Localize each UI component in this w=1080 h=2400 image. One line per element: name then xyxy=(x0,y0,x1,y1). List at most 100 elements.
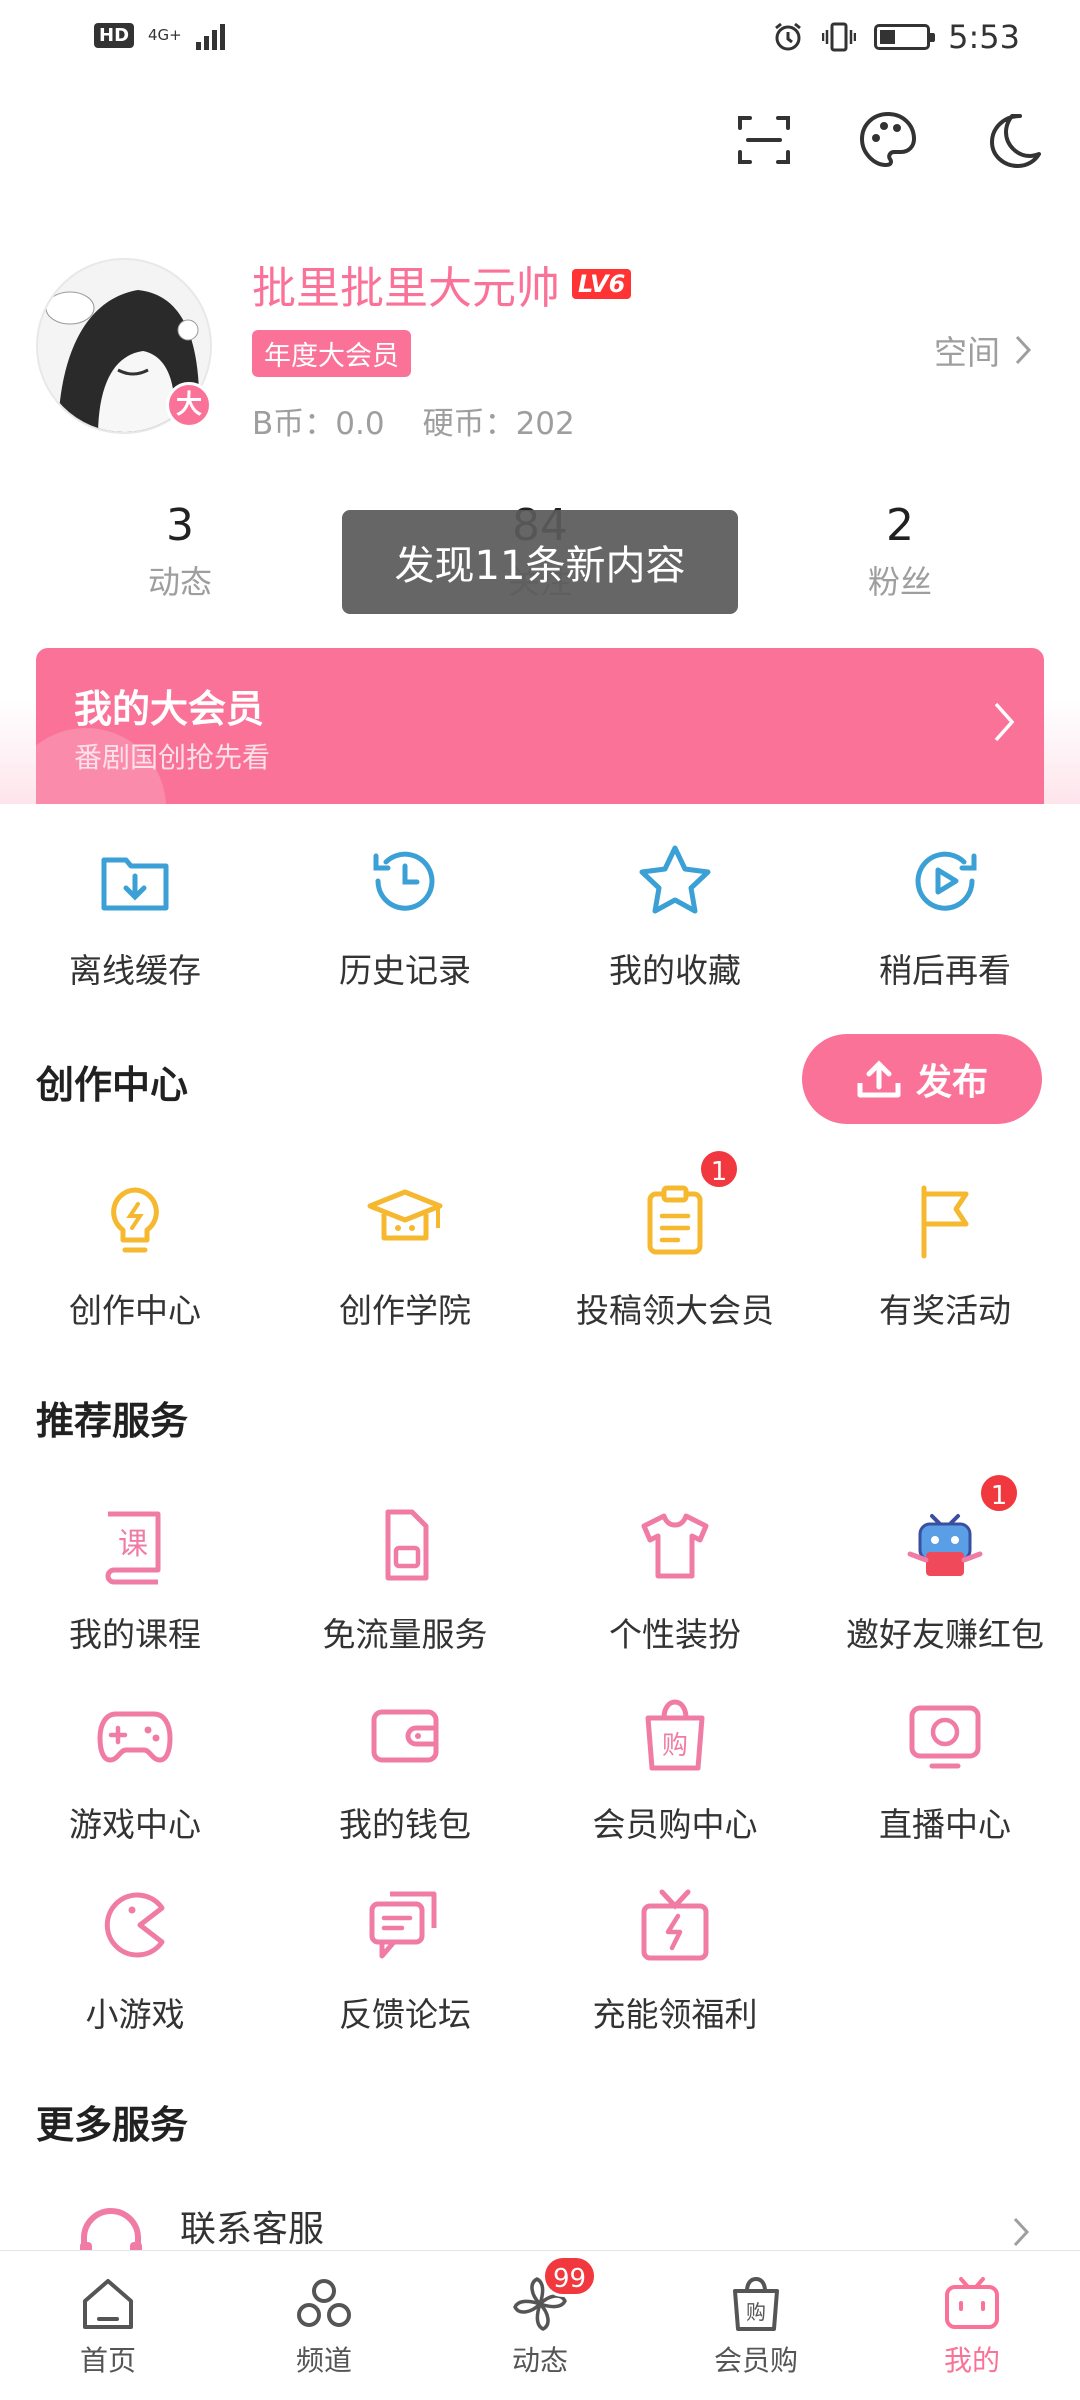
gamepad-icon xyxy=(97,1711,173,1763)
publish-button[interactable]: 发布 xyxy=(802,1034,1042,1124)
stat-followers[interactable]: 2 粉丝 xyxy=(720,500,1080,603)
nav-label: 频道 xyxy=(295,2344,352,2377)
service-my-courses[interactable]: 课 我的课程 xyxy=(0,1502,270,1656)
quick-label: 稍后再看 xyxy=(879,951,1011,990)
graduation-cap-icon xyxy=(367,1189,443,1241)
service-label: 邀好友赚红包 xyxy=(846,1615,1044,1654)
upload-icon xyxy=(857,1060,901,1098)
more-services-title: 更多服务 xyxy=(36,2103,189,2147)
tv-icon xyxy=(945,2277,999,2329)
toast-message: 发现11条新内容 xyxy=(342,510,738,614)
status-right: 5:53 xyxy=(772,18,1020,56)
service-game-center[interactable]: 游戏中心 xyxy=(0,1692,270,1846)
service-live-center[interactable]: 直播中心 xyxy=(810,1692,1080,1846)
service-label: 我的钱包 xyxy=(339,1805,471,1844)
flag-icon xyxy=(921,1185,969,1259)
space-link[interactable]: 空间 xyxy=(934,326,1032,374)
nav-mine[interactable]: 我的 xyxy=(864,2251,1080,2400)
space-label: 空间 xyxy=(934,333,1000,372)
wallet-icon xyxy=(371,1709,439,1763)
tshirt-icon xyxy=(641,1513,709,1579)
status-bar: HD 4G+ 5:53 xyxy=(0,0,1080,80)
service-label: 游戏中心 xyxy=(69,1805,201,1844)
username-row[interactable]: 批里批里大元帅 LV6 xyxy=(252,252,632,316)
network-type: 4G+ xyxy=(148,25,182,44)
nav-home[interactable]: 首页 xyxy=(0,2251,216,2400)
stat-value: 3 xyxy=(166,500,194,551)
quick-label: 我的收藏 xyxy=(609,951,741,990)
chevron-right-icon xyxy=(994,702,1015,742)
notification-badge: 1 xyxy=(978,1472,1020,1514)
vip-banner-subtitle: 番剧国创抢先看 xyxy=(74,741,271,774)
username[interactable]: 批里批里大元帅 xyxy=(252,252,560,316)
recommended-row-3: 小游戏 反馈论坛 充能领福利 xyxy=(0,1882,1080,2036)
service-mini-games[interactable]: 小游戏 xyxy=(0,1882,270,2036)
vip-tag[interactable]: 年度大会员 xyxy=(252,330,411,377)
service-feedback-forum[interactable]: 反馈论坛 xyxy=(270,1882,540,2036)
notification-badge: 1 xyxy=(698,1148,740,1190)
creation-label: 创作中心 xyxy=(69,1291,201,1330)
creation-academy[interactable]: 创作学院 xyxy=(270,1178,540,1332)
bottom-nav: 首页 频道 动态 99 购 会员购 我的 xyxy=(0,2250,1080,2400)
vip-banner[interactable]: 我的大会员 番剧国创抢先看 xyxy=(36,648,1044,804)
palette-icon[interactable] xyxy=(856,108,920,172)
quick-actions: 离线缓存 历史记录 我的收藏 稍后再看 xyxy=(0,838,1080,992)
alarm-icon xyxy=(775,22,802,51)
scan-icon[interactable] xyxy=(732,108,796,172)
nav-channel[interactable]: 频道 xyxy=(216,2251,432,2400)
creation-label: 创作学院 xyxy=(339,1291,471,1330)
quick-watch-later[interactable]: 稍后再看 xyxy=(810,838,1080,992)
stat-label: 动态 xyxy=(147,563,212,601)
service-wallet[interactable]: 我的钱包 xyxy=(270,1692,540,1846)
lightbulb-icon xyxy=(111,1187,159,1253)
top-actions xyxy=(732,108,1044,172)
nav-vip-shop[interactable]: 购 会员购 xyxy=(648,2251,864,2400)
nav-label: 我的 xyxy=(943,2344,1000,2377)
vip-banner-title: 我的大会员 xyxy=(74,687,265,731)
service-free-data[interactable]: 免流量服务 xyxy=(270,1502,540,1656)
stat-value: 2 xyxy=(886,500,914,551)
recommended-row-2: 游戏中心 我的钱包 购 会员购中心 直播中心 xyxy=(0,1692,1080,1846)
chat-bubbles-icon xyxy=(369,1891,437,1959)
status-left: HD 4G+ xyxy=(94,20,225,50)
nav-shop-glyph: 购 xyxy=(746,2300,766,2324)
creation-center[interactable]: 创作中心 xyxy=(0,1178,270,1332)
course-glyph: 课 xyxy=(118,1527,148,1562)
pacman-icon xyxy=(104,1892,165,1958)
nav-dynamics[interactable]: 动态 99 xyxy=(432,2251,648,2400)
signal-icon xyxy=(195,20,225,50)
home-icon xyxy=(83,2279,133,2329)
hd-badge: HD xyxy=(94,22,135,48)
recommended-section-title: 推荐服务 xyxy=(36,1399,189,1443)
nav-label: 首页 xyxy=(79,2344,136,2377)
service-invite-friends[interactable]: 邀好友赚红包 1 xyxy=(810,1472,1080,1656)
stat-dynamics[interactable]: 3 动态 xyxy=(0,500,360,603)
service-vip-shop[interactable]: 购 会员购中心 xyxy=(540,1692,810,1846)
quick-label: 历史记录 xyxy=(339,951,471,990)
quick-favorites[interactable]: 我的收藏 xyxy=(540,838,810,992)
avatar-vip-badge: 大 xyxy=(166,382,212,428)
service-label: 我的课程 xyxy=(69,1615,201,1654)
creation-rewards[interactable]: 有奖活动 xyxy=(810,1178,1080,1332)
shop-glyph: 购 xyxy=(662,1731,688,1761)
recommended-row-1: 课 我的课程 免流量服务 个性装扮 邀好友赚红包 1 xyxy=(0,1472,1080,1656)
service-charge-rewards[interactable]: 充能领福利 xyxy=(540,1882,810,2036)
chevron-right-icon xyxy=(1013,2217,1030,2247)
creation-submit-vip[interactable]: 投稿领大会员 1 xyxy=(540,1148,810,1332)
service-dress-up[interactable]: 个性装扮 xyxy=(540,1502,810,1656)
battery-icon xyxy=(874,24,936,50)
tv-mascot-icon xyxy=(907,1514,983,1576)
publish-label: 发布 xyxy=(915,1062,988,1103)
stat-label: 粉丝 xyxy=(867,563,932,601)
coins-row: B币：0.0 硬币：202 xyxy=(252,398,575,443)
quick-offline-cache[interactable]: 离线缓存 xyxy=(0,838,270,992)
shopping-bag-icon: 购 xyxy=(733,2276,779,2331)
chevron-right-icon xyxy=(1015,335,1032,365)
channel-icon xyxy=(297,2279,351,2327)
service-label: 直播中心 xyxy=(879,1805,1011,1844)
nav-label: 会员购 xyxy=(713,2344,798,2377)
quick-history[interactable]: 历史记录 xyxy=(270,838,540,992)
watch-later-icon xyxy=(915,851,977,911)
creation-label: 投稿领大会员 xyxy=(576,1291,774,1330)
moon-icon[interactable] xyxy=(980,108,1044,172)
